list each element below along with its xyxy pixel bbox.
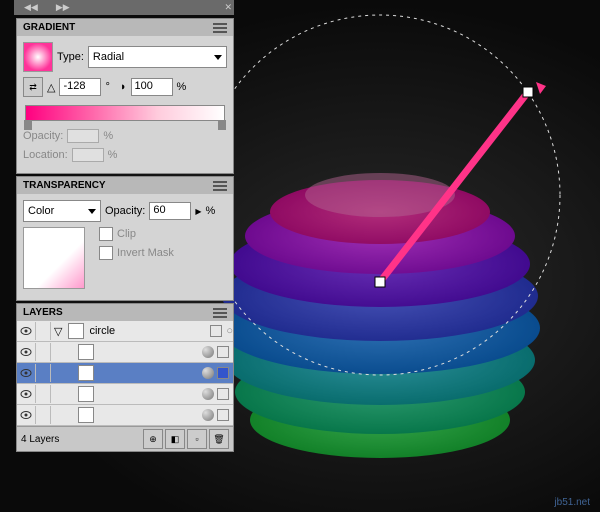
target-icon[interactable] <box>202 367 214 379</box>
transparency-thumbnail[interactable] <box>23 227 85 289</box>
gradient-type-dropdown[interactable]: Radial <box>88 46 227 68</box>
trans-opacity-input[interactable]: 60 <box>149 202 191 220</box>
layer-row[interactable] <box>17 342 233 363</box>
gradient-slider[interactable] <box>25 105 225 121</box>
gradient-title: GRADIENT <box>23 22 75 33</box>
panel-menu-icon[interactable] <box>213 308 227 318</box>
visibility-icon[interactable] <box>17 343 36 361</box>
angle-icon: △ <box>47 81 55 94</box>
invert-checkbox[interactable] <box>99 246 113 260</box>
layer-row[interactable] <box>17 363 233 384</box>
target-icon[interactable] <box>202 346 214 358</box>
layer-row[interactable] <box>17 405 233 426</box>
transparency-title: TRANSPARENCY <box>23 180 106 191</box>
clip-checkbox[interactable] <box>99 227 113 241</box>
tab-collapse[interactable]: ◀◀ <box>24 2 38 13</box>
layers-title: LAYERS <box>23 307 63 318</box>
trans-opacity-label: Opacity: <box>105 205 145 217</box>
new-sublayer-icon[interactable]: ◧ <box>165 429 185 449</box>
panel-menu-icon[interactable] <box>213 181 227 191</box>
blend-mode-dropdown[interactable]: Color <box>23 200 101 222</box>
ratio-input[interactable]: 100 <box>131 78 173 96</box>
visibility-icon[interactable] <box>17 385 36 403</box>
visibility-icon[interactable] <box>17 322 36 340</box>
target-icon[interactable] <box>202 388 214 400</box>
gradient-panel: GRADIENT Type: Radial ⇄ △ -128° ◗ 100% O… <box>16 18 234 174</box>
panel-menu-icon[interactable] <box>213 23 227 33</box>
layer-row[interactable] <box>17 384 233 405</box>
visibility-icon[interactable] <box>17 364 36 382</box>
layers-count: 4 Layers <box>21 434 59 445</box>
reverse-gradient-icon[interactable]: ⇄ <box>23 77 43 97</box>
location-slider <box>72 148 104 162</box>
delete-icon[interactable]: 🗑 <box>209 429 229 449</box>
aspect-icon: ◗ <box>120 81 127 93</box>
close-icon[interactable]: ✕ <box>224 2 232 13</box>
locate-icon[interactable]: ⊕ <box>143 429 163 449</box>
opacity-slider <box>67 129 99 143</box>
opacity-label: Opacity: <box>23 130 63 142</box>
type-label: Type: <box>57 51 84 63</box>
layers-panel: LAYERS ▽ circle ○ 4 Layers ⊕ ◧ ▫ 🗑 <box>16 303 234 452</box>
tab-expand[interactable]: ▶▶ <box>56 2 70 13</box>
gradient-swatch[interactable] <box>23 42 53 72</box>
transparency-panel: TRANSPARENCY Color Opacity: 60 ▶% Clip I… <box>16 176 234 301</box>
angle-input[interactable]: -128 <box>59 78 101 96</box>
new-layer-icon[interactable]: ▫ <box>187 429 207 449</box>
layer-row[interactable]: ▽ circle ○ <box>17 321 233 342</box>
watermark: jb51.net <box>554 497 590 508</box>
location-label: Location: <box>23 149 68 161</box>
target-icon[interactable] <box>202 409 214 421</box>
visibility-icon[interactable] <box>17 406 36 424</box>
